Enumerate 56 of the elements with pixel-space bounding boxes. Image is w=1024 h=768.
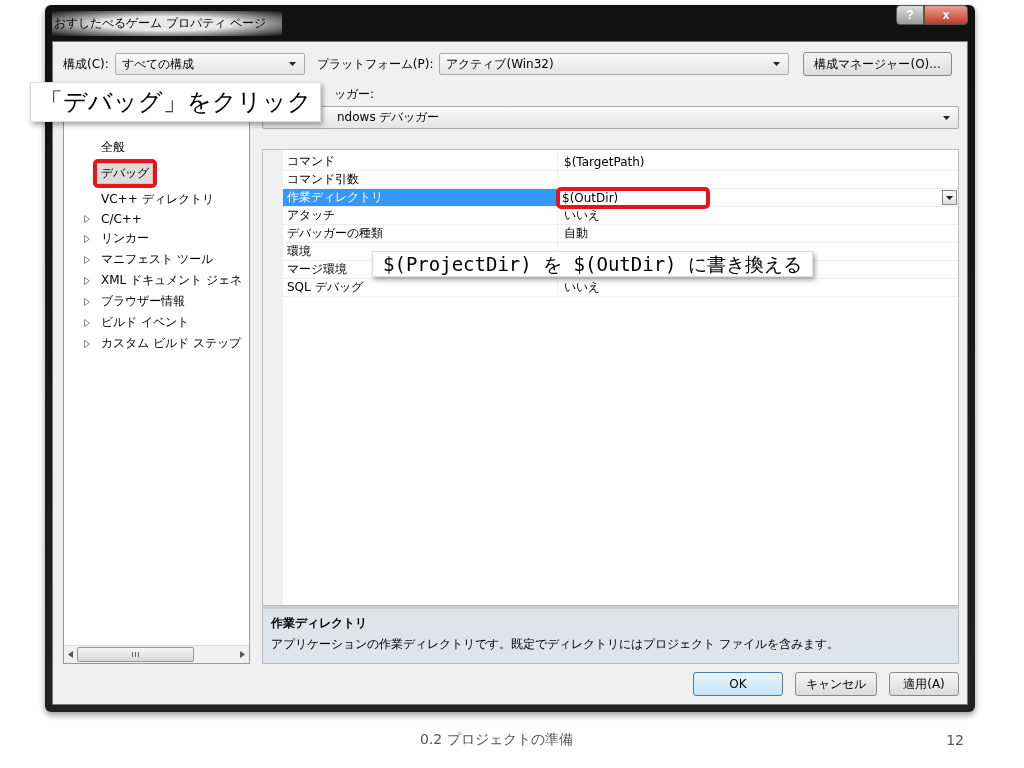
field-label: ッガー: <box>334 86 375 102</box>
slide-title: 0.2 プロジェクトの準備 <box>420 731 573 749</box>
dropdown-caret-icon <box>943 115 950 120</box>
property-name[interactable]: マージ環境 <box>287 261 347 278</box>
dropdown-caret-icon <box>946 195 953 200</box>
expand-arrow-icon[interactable] <box>84 234 90 243</box>
property-name[interactable]: 環境 <box>287 243 311 260</box>
dropdown-caret-icon <box>773 62 781 66</box>
property-value: $(TargetPath) <box>563 154 646 169</box>
tree-item[interactable]: ブラウザー情報 <box>97 291 189 312</box>
tree-item[interactable]: XML ドキュメント ジェネ <box>97 270 246 291</box>
grip-icon <box>132 652 139 657</box>
field-label: プラットフォーム(P): <box>316 55 434 73</box>
property-value: 自動 <box>563 225 589 242</box>
property-name[interactable]: アタッチ <box>287 207 335 224</box>
property-name[interactable]: SQL デバッグ <box>287 279 363 296</box>
configuration-manager-button[interactable]: 構成マネージャー(O)... <box>803 52 952 76</box>
configuration-dropdown[interactable]: すべての構成 <box>114 53 305 75</box>
expand-arrow-icon[interactable] <box>84 255 90 264</box>
description-text: アプリケーションの作業ディレクトリです。既定でディレクトリにはプロジェクト ファイルを含みます。 <box>271 636 840 653</box>
tree-item[interactable]: デバッグ <box>97 163 153 184</box>
expand-arrow-icon[interactable] <box>84 318 90 327</box>
expand-arrow-icon[interactable] <box>84 339 90 348</box>
platform-dropdown[interactable]: アクティブ(Win32) <box>439 53 790 75</box>
tree-item[interactable]: カスタム ビルド ステップ <box>97 333 245 354</box>
property-name[interactable]: コマンド <box>287 153 335 170</box>
description-title: 作業ディレクトリ <box>271 615 368 632</box>
tree-item[interactable]: マニフェスト ツール <box>97 249 217 270</box>
tree-item[interactable]: VC++ ディレクトリ <box>97 189 218 210</box>
page-number: 12 <box>946 732 964 748</box>
scroll-left-icon[interactable] <box>68 651 73 658</box>
dropdown-caret-icon <box>288 62 296 66</box>
tree-item[interactable]: C/C++ <box>97 210 146 228</box>
tree-item[interactable]: リンカー <box>97 228 153 249</box>
dialog-button[interactable]: 適用(A) <box>889 672 959 696</box>
horizontal-scrollbar[interactable] <box>64 645 249 663</box>
expand-arrow-icon[interactable] <box>84 215 90 223</box>
expand-arrow-icon[interactable] <box>84 276 90 285</box>
property-name[interactable]: デバッガーの種類 <box>287 225 383 242</box>
field-label: 構成(C): <box>63 55 109 73</box>
value-input[interactable]: $(OutDir) <box>560 190 706 205</box>
dialog-button[interactable]: OK <box>693 672 783 696</box>
window-title: おすしたべるゲーム プロパティ ページ <box>52 10 282 36</box>
tree-item[interactable]: 全般 <box>97 137 129 158</box>
scroll-thumb[interactable] <box>77 647 194 662</box>
callout-note: 「デバッグ」をクリック <box>30 82 321 122</box>
property-value: いいえ <box>563 207 601 224</box>
tree-item[interactable]: ビルド イベント <box>97 312 193 333</box>
property-name[interactable]: コマンド引数 <box>287 171 359 188</box>
close-button[interactable]: x <box>924 5 968 25</box>
dropdown-button[interactable] <box>942 190 957 205</box>
scroll-right-icon[interactable] <box>240 651 245 658</box>
dialog-button[interactable]: キャンセル <box>795 672 877 696</box>
expand-arrow-icon[interactable] <box>84 297 90 306</box>
property-value: いいえ <box>563 279 601 296</box>
callout-note: $(ProjectDir) を $(OutDir) に書き換える <box>372 251 813 277</box>
